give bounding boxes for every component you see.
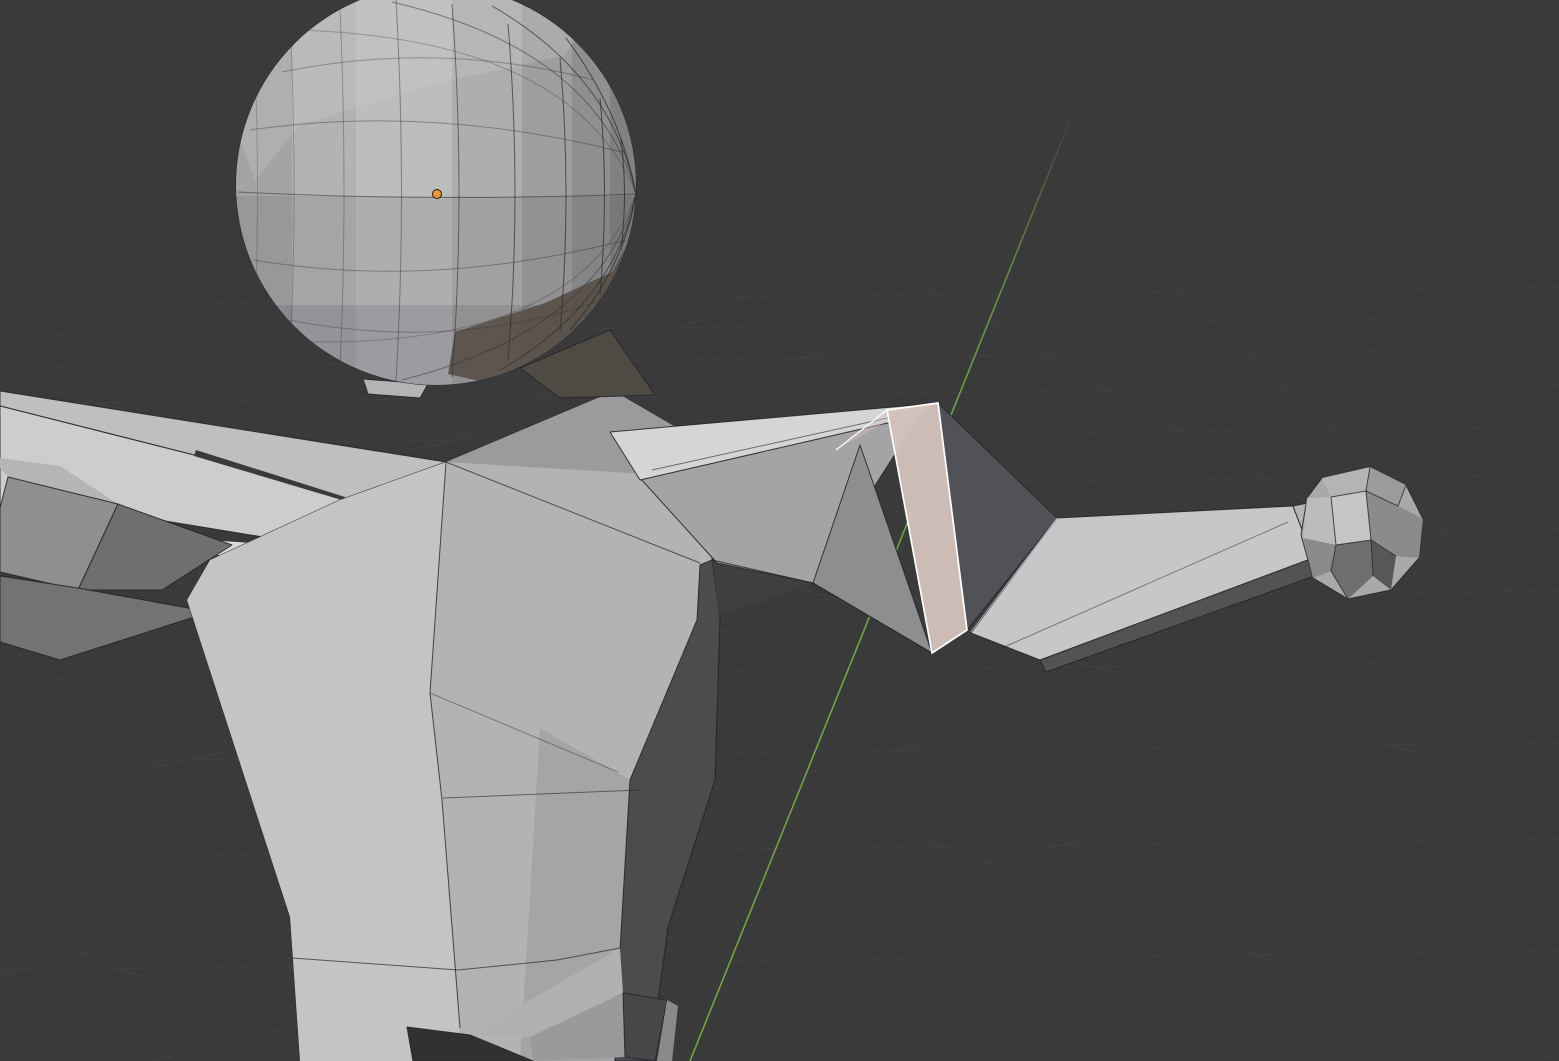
hand-face-front: [1331, 491, 1371, 545]
hand-face-left: [1303, 497, 1336, 545]
blender-3d-viewport[interactable]: [0, 0, 1559, 1061]
object-origin-dot[interactable]: [433, 190, 442, 199]
viewport-canvas[interactable]: [0, 0, 1559, 1061]
